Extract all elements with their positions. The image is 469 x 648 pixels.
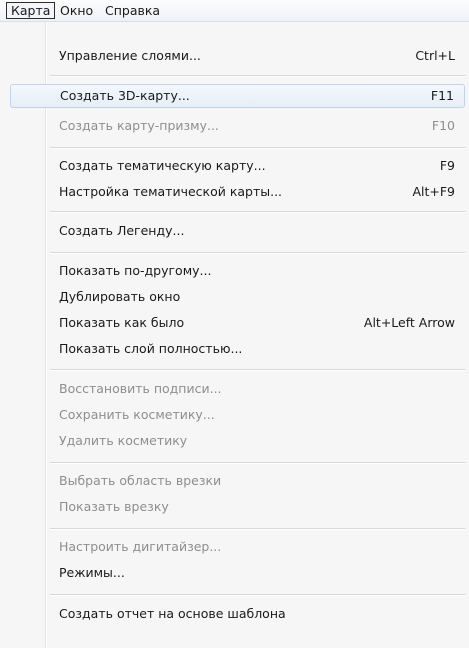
menu-item-create-report-from-template[interactable]: Создать отчет на основе шаблона (10, 602, 465, 626)
menu-item-thematic-map-settings[interactable]: Настройка тематической карты... Alt+F9 (10, 180, 465, 204)
menu-item-label: Создать Легенду... (59, 223, 185, 238)
menubar-item-window[interactable]: Окно (56, 2, 97, 19)
menu-item-setup-digitizer: Настроить дигитайзер... (10, 535, 465, 559)
menu-item-shortcut: Ctrl+L (415, 48, 455, 63)
menu-item-view-entire-layer[interactable]: Показать слой полностью... (10, 337, 465, 361)
menu-item-label: Создать отчет на основе шаблона (59, 606, 286, 621)
menu-item-create-legend[interactable]: Создать Легенду... (10, 219, 465, 243)
menu-item-label: Удалить косметику (59, 433, 188, 448)
menu-item-clear-cosmetic: Удалить косметику (10, 429, 465, 453)
menubar-item-map[interactable]: Карта (6, 2, 56, 19)
menu-item-change-view[interactable]: Показать по-другому... (10, 259, 465, 283)
menu-item-shortcut: F9 (439, 158, 455, 173)
menu-item-label: Настроить дигитайзер... (59, 539, 222, 554)
menu-item-create-3d-map[interactable]: Создать 3D-карту... F11 (10, 84, 465, 108)
menu-separator (50, 369, 465, 371)
menu-separator (50, 147, 465, 149)
menu-item-label: Показать слой полностью... (59, 341, 243, 356)
menu-item-label: Дублировать окно (59, 289, 181, 304)
menu-item-modes[interactable]: Режимы... (10, 561, 465, 585)
map-dropdown-menu: Управление слоями... Ctrl+L Создать 3D-к… (0, 22, 469, 648)
menu-separator (50, 211, 465, 213)
menu-item-duplicate-window[interactable]: Дублировать окно (10, 285, 465, 309)
menu-bar: Карта Окно Справка (0, 0, 469, 22)
menu-item-create-thematic-map[interactable]: Создать тематическую карту... F9 (10, 154, 465, 178)
menu-item-label: Сохранить косметику... (59, 407, 215, 422)
menu-item-shortcut: Alt+F9 (412, 184, 455, 199)
menu-item-restore-labels: Восстановить подписи... (10, 377, 465, 401)
menu-item-shortcut: F10 (431, 118, 455, 133)
menu-separator (50, 75, 465, 77)
menu-item-select-inset-area: Выбрать область врезки (10, 469, 465, 493)
menu-item-label: Создать тематическую карту... (59, 158, 266, 173)
menu-separator (50, 594, 465, 596)
menu-item-save-cosmetic: Сохранить косметику... (10, 403, 465, 427)
menubar-item-help[interactable]: Справка (101, 2, 164, 19)
menu-item-label: Выбрать область врезки (59, 473, 222, 488)
menu-item-label: Показать врезку (59, 499, 169, 514)
menu-item-layer-control[interactable]: Управление слоями... Ctrl+L (10, 44, 465, 68)
menu-item-previous-view[interactable]: Показать как было Alt+Left Arrow (10, 311, 465, 335)
menu-separator (50, 462, 465, 464)
menu-item-label: Режимы... (59, 565, 125, 580)
menu-separator (50, 252, 465, 254)
menu-item-label: Настройка тематической карты... (59, 184, 283, 199)
menu-item-shortcut: F11 (430, 88, 454, 103)
menu-item-shortcut: Alt+Left Arrow (363, 315, 455, 330)
menu-item-label: Создать 3D-карту... (60, 88, 190, 103)
menu-item-label: Показать по-другому... (59, 263, 212, 278)
menu-item-label: Показать как было (59, 315, 185, 330)
menu-item-create-prism-map: Создать карту-призму... F10 (10, 114, 465, 138)
menu-item-label: Восстановить подписи... (59, 381, 222, 396)
menu-separator (50, 528, 465, 530)
menu-item-label: Создать карту-призму... (59, 118, 219, 133)
menu-item-label: Управление слоями... (59, 48, 201, 63)
menu-item-show-inset: Показать врезку (10, 495, 465, 519)
